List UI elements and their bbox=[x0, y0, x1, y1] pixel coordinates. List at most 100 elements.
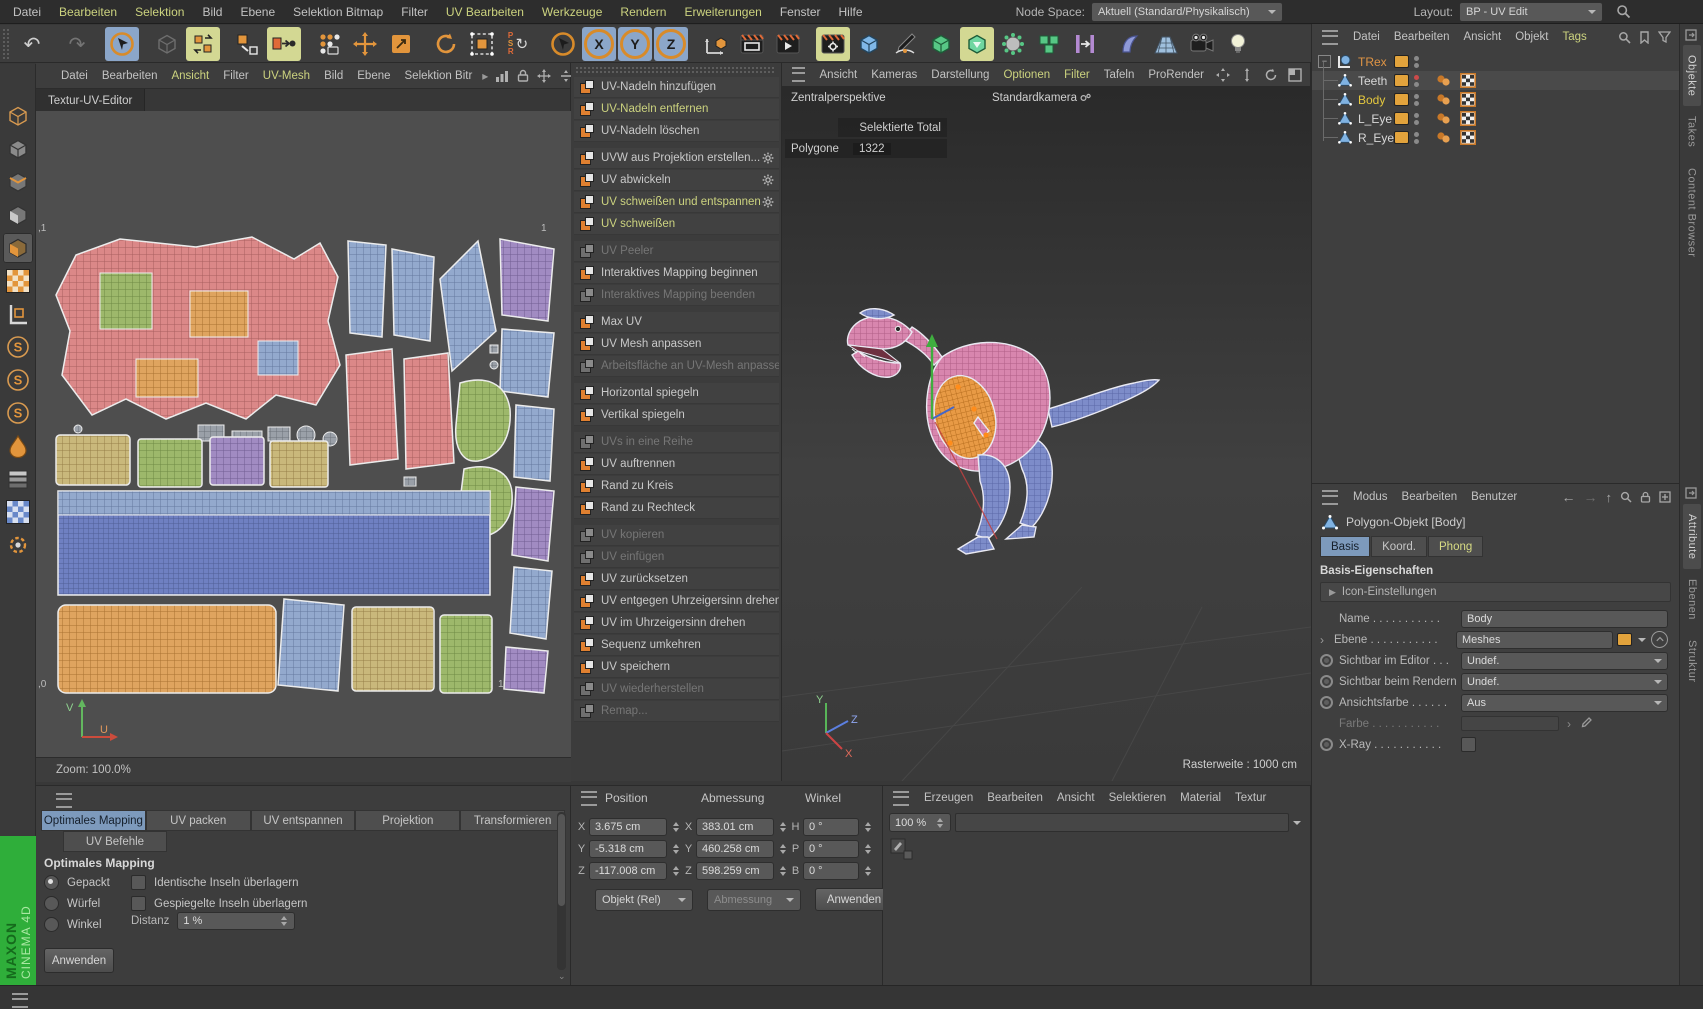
object-name[interactable]: L_Eye bbox=[1358, 112, 1392, 126]
spline-tool-3-button[interactable]: S bbox=[3, 398, 33, 428]
undo-button[interactable]: ↶ bbox=[15, 27, 49, 61]
uv-menu-ansicht[interactable]: Ansicht bbox=[164, 70, 216, 82]
render-view-button[interactable] bbox=[735, 27, 769, 61]
snap-points-button[interactable] bbox=[312, 27, 346, 61]
render-picture-viewer-button[interactable] bbox=[771, 27, 805, 61]
am-menu-modus[interactable]: Modus bbox=[1346, 491, 1395, 503]
checkbox-gespiegelte-inseln-überlagern[interactable] bbox=[131, 896, 146, 911]
trex-model-graphic[interactable] bbox=[782, 87, 1311, 781]
size-x-field[interactable]: 383.01 cm bbox=[696, 818, 774, 836]
spline-tool-2-button[interactable]: S bbox=[3, 365, 33, 395]
object-manager-menu-icon[interactable] bbox=[1322, 30, 1338, 45]
tab-koord[interactable]: Koord. bbox=[1371, 536, 1427, 557]
viewport-menu-filter[interactable]: Filter bbox=[1057, 69, 1097, 81]
object-name[interactable]: Body bbox=[1358, 93, 1385, 107]
toggle-view-icon[interactable] bbox=[1288, 68, 1302, 82]
material-slot-icon[interactable] bbox=[903, 850, 913, 860]
uv-menu-uv-mesh[interactable]: UV-Mesh bbox=[256, 70, 317, 82]
layer-color-chip[interactable] bbox=[1617, 633, 1632, 646]
uv-command-horizontal-spiegeln[interactable]: Horizontal spiegeln bbox=[574, 383, 779, 404]
stepper-arrows[interactable] bbox=[935, 814, 945, 832]
dock-tab-content-browser[interactable]: Content Browser bbox=[1683, 158, 1701, 267]
menu-bild[interactable]: Bild bbox=[193, 5, 231, 19]
mm-menu-selektieren[interactable]: Selektieren bbox=[1102, 792, 1174, 804]
visibility-dot-render[interactable] bbox=[1414, 120, 1419, 125]
workplane-mode-button[interactable] bbox=[3, 299, 33, 329]
menu-selektion-bitmap[interactable]: Selektion Bitmap bbox=[284, 5, 392, 19]
visibility-dot-editor[interactable] bbox=[1414, 94, 1419, 99]
spline-pen-button[interactable] bbox=[888, 27, 922, 61]
size-y-field[interactable]: 460.258 cm bbox=[696, 840, 774, 858]
uv-menu-bearbeiten[interactable]: Bearbeiten bbox=[95, 70, 165, 82]
live-selection-button[interactable] bbox=[105, 27, 139, 61]
material-zoom-select[interactable]: 100 % bbox=[889, 813, 951, 832]
tab-uv-befehle[interactable]: UV Befehle bbox=[63, 831, 167, 852]
light-object-button[interactable] bbox=[1221, 27, 1255, 61]
uv-command-uv-nadeln-hinzufügen[interactable]: UV-Nadeln hinzufügen bbox=[574, 77, 779, 98]
visibility-dot-render[interactable] bbox=[1414, 139, 1419, 144]
add-cube-object-button[interactable] bbox=[852, 27, 886, 61]
uv-command-uv-nadeln-entfernen[interactable]: UV-Nadeln entfernen bbox=[574, 99, 779, 120]
layer-color-chip[interactable] bbox=[1394, 55, 1409, 68]
eyedropper-icon[interactable] bbox=[1579, 717, 1592, 730]
menu-fenster[interactable]: Fenster bbox=[771, 5, 830, 19]
coord-system-button[interactable] bbox=[699, 27, 733, 61]
pan-view-icon[interactable] bbox=[537, 69, 551, 83]
menu-overflow-icon[interactable]: ▸ bbox=[482, 69, 488, 83]
cloner-button[interactable] bbox=[1068, 27, 1102, 61]
status-menu-icon[interactable] bbox=[12, 993, 28, 1008]
uv-command-vertikal-spiegeln[interactable]: Vertikal spiegeln bbox=[574, 405, 779, 426]
lock-icon[interactable] bbox=[517, 69, 529, 82]
menu-hilfe[interactable]: Hilfe bbox=[830, 5, 872, 19]
lock-icon[interactable] bbox=[1640, 491, 1651, 503]
tree-expander-icon[interactable]: − bbox=[1318, 55, 1331, 68]
material-manager-menu-icon[interactable] bbox=[893, 791, 909, 806]
uv-command-uv-schweißen-und-entspannen[interactable]: UV schweißen und entspannen... bbox=[574, 192, 779, 213]
uv-polygon-mode-button[interactable] bbox=[3, 233, 33, 263]
menu-bearbeiten[interactable]: Bearbeiten bbox=[50, 5, 126, 19]
rotate-tool-button[interactable] bbox=[429, 27, 463, 61]
uv-command-uv-abwickeln[interactable]: UV abwickeln bbox=[574, 170, 779, 191]
object-row-l-eye[interactable]: L_Eye bbox=[1312, 109, 1680, 128]
visibility-dot-editor[interactable] bbox=[1414, 56, 1419, 61]
checkbox-row-identische-inseln-überlagern[interactable]: Identische Inseln überlagern bbox=[131, 875, 299, 890]
uv-menu-selektion-bitr[interactable]: Selektion Bitr bbox=[398, 70, 480, 82]
uv-command-uv-speichern[interactable]: UV speichern bbox=[574, 657, 779, 678]
om-menu-tags[interactable]: Tags bbox=[1555, 31, 1593, 43]
model-mode-button[interactable] bbox=[150, 27, 184, 61]
generator-cube-button[interactable] bbox=[924, 27, 958, 61]
attribute-manager-menu-icon[interactable] bbox=[1322, 490, 1338, 505]
sichtbar-select[interactable]: Undef. bbox=[1461, 673, 1668, 691]
stepper-arrows[interactable] bbox=[778, 818, 788, 836]
menu-werkzeuge[interactable]: Werkzeuge bbox=[533, 5, 611, 19]
camera-object-button[interactable] bbox=[1185, 27, 1219, 61]
uvw-tag-icon[interactable] bbox=[1460, 92, 1476, 107]
floor-object-button[interactable] bbox=[1149, 27, 1183, 61]
search-icon[interactable] bbox=[1618, 31, 1631, 44]
new-panel-icon[interactable] bbox=[1659, 491, 1671, 503]
om-menu-objekt[interactable]: Objekt bbox=[1508, 31, 1555, 43]
checkbox-identische-inseln-überlagern[interactable] bbox=[131, 875, 146, 890]
visibility-dot-editor[interactable] bbox=[1414, 113, 1419, 118]
viewport-menu-darstellung[interactable]: Darstellung bbox=[924, 69, 996, 81]
size-mode-select[interactable]: Abmessung bbox=[707, 889, 801, 911]
angle-p-field[interactable]: 0 ° bbox=[803, 840, 859, 858]
enable-toggle-icon[interactable] bbox=[1320, 675, 1333, 688]
uv-command-interaktives-mapping-beginnen[interactable]: Interaktives Mapping beginnen bbox=[574, 263, 779, 284]
name-input[interactable]: Body bbox=[1461, 610, 1668, 628]
chevron-down-icon[interactable] bbox=[1638, 638, 1646, 642]
visibility-dot-editor[interactable] bbox=[1414, 132, 1419, 137]
layer-color-chip[interactable] bbox=[1394, 131, 1409, 144]
uv-menu-datei[interactable]: Datei bbox=[54, 70, 95, 82]
search-icon[interactable] bbox=[1620, 491, 1632, 503]
material-tag-icon[interactable] bbox=[1436, 112, 1451, 125]
move-tool-button[interactable] bbox=[348, 27, 382, 61]
viewport-menu-tafeln[interactable]: Tafeln bbox=[1097, 69, 1142, 81]
tab-uv-entspannen[interactable]: UV entspannen bbox=[251, 810, 356, 831]
stepper-arrows[interactable] bbox=[863, 818, 873, 836]
tab-transformieren[interactable]: Transformieren bbox=[460, 810, 565, 831]
object-row-teeth[interactable]: Teeth bbox=[1312, 71, 1680, 90]
position-y-field[interactable]: -5.318 cm bbox=[589, 840, 667, 858]
viewport-menu-ansicht[interactable]: Ansicht bbox=[813, 69, 865, 81]
mm-menu-material[interactable]: Material bbox=[1173, 792, 1228, 804]
